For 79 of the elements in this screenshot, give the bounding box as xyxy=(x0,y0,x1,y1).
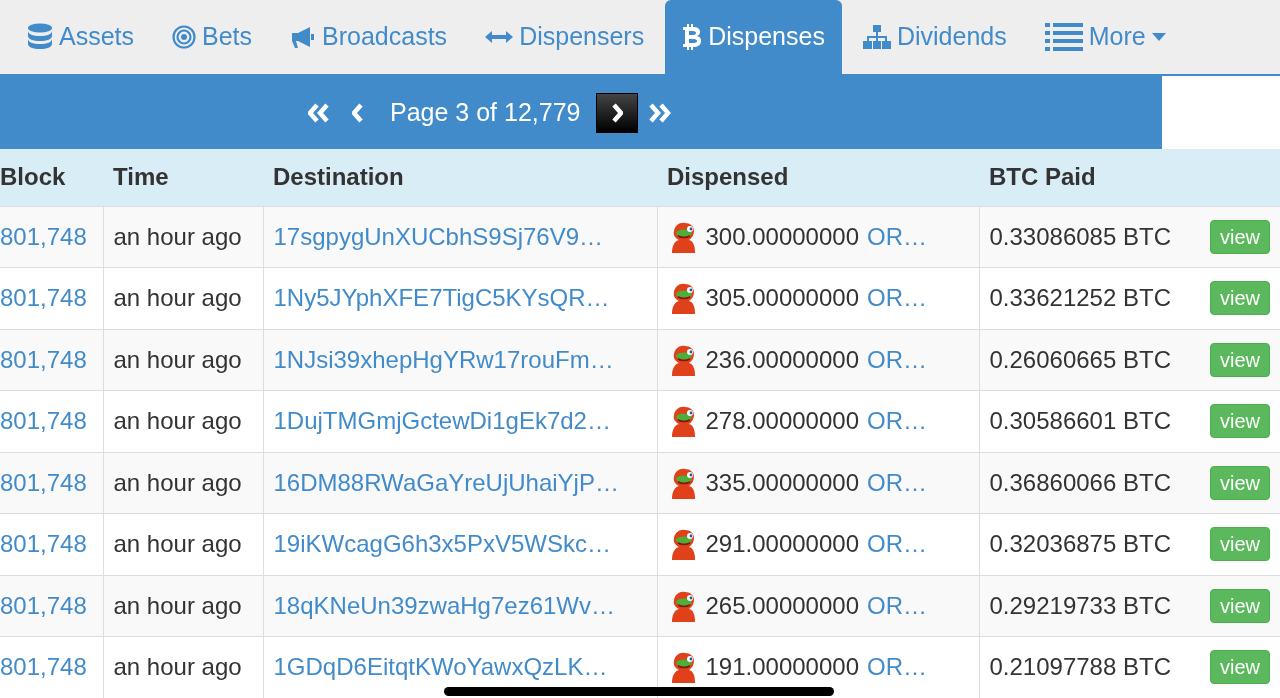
list-icon xyxy=(1044,23,1083,51)
btc-paid: 0.33621252 BTC xyxy=(989,283,1171,314)
btc-paid: 0.26060665 BTC xyxy=(989,344,1171,375)
address-link[interactable]: 1NJsi39xhepHgYRw17rouFm… xyxy=(263,329,657,391)
btc-paid: 0.33086085 BTC xyxy=(989,221,1171,252)
dispensed-amount: 300.00000000 xyxy=(705,221,859,252)
btc-paid: 0.32036875 BTC xyxy=(989,529,1171,560)
time-cell: an hour ago xyxy=(103,267,263,329)
btc-paid: 0.29219733 BTC xyxy=(989,590,1171,621)
dispensed-amount: 291.00000000 xyxy=(705,529,859,560)
nav-tab[interactable]: Broadcasts xyxy=(273,0,465,74)
view-button[interactable]: view xyxy=(1210,281,1270,316)
nav-tab[interactable]: Dispenses xyxy=(665,0,842,74)
asset-link[interactable]: OR… xyxy=(867,403,927,440)
column-header: Block xyxy=(0,149,103,206)
asset-link[interactable]: OR… xyxy=(867,341,927,378)
address-link[interactable]: 19iKWcagG6h3x5PxV5WSkc… xyxy=(263,513,657,575)
bitcoin-icon xyxy=(682,24,703,50)
target-icon xyxy=(172,25,197,49)
asset-link[interactable]: OR… xyxy=(867,218,927,255)
block-link[interactable]: 801,748 xyxy=(0,636,103,698)
time-cell: an hour ago xyxy=(103,513,263,575)
view-button[interactable]: view xyxy=(1210,588,1270,623)
time-cell: an hour ago xyxy=(103,575,263,637)
double-chevron-left-icon xyxy=(308,102,332,123)
nav-tab[interactable]: Dividends xyxy=(845,0,1024,74)
double-chevron-right-icon xyxy=(648,102,673,123)
btc-paid: 0.36860066 BTC xyxy=(989,467,1171,498)
time-cell: an hour ago xyxy=(103,206,263,268)
sitemap-icon xyxy=(862,25,891,49)
block-link[interactable]: 801,748 xyxy=(0,390,103,452)
time-cell: an hour ago xyxy=(103,390,263,452)
block-link[interactable]: 801,748 xyxy=(0,575,103,637)
megaphone-icon xyxy=(290,25,317,49)
asset-link[interactable]: OR… xyxy=(867,587,927,624)
block-link[interactable]: 801,748 xyxy=(0,329,103,391)
view-button[interactable]: view xyxy=(1210,650,1270,685)
asset-link[interactable]: OR… xyxy=(867,464,927,501)
block-link[interactable]: 801,748 xyxy=(0,513,103,575)
next-page-button[interactable] xyxy=(596,92,639,133)
view-button[interactable]: view xyxy=(1210,527,1270,562)
chevron-left-icon xyxy=(352,102,364,123)
address-link[interactable]: 17sgpygUnXUCbhS9Sj76V9… xyxy=(263,206,657,268)
dispensed-amount: 236.00000000 xyxy=(705,344,859,375)
block-link[interactable]: 801,748 xyxy=(0,267,103,329)
page-indicator: Page 3 of 12,779 xyxy=(389,96,582,128)
nav-tab[interactable]: Dispensers xyxy=(468,0,662,74)
nav-tab[interactable]: Bets xyxy=(155,0,270,74)
column-header: BTC Paid xyxy=(979,149,1280,206)
dispensed-amount: 278.00000000 xyxy=(705,406,859,437)
btc-paid: 0.30586601 BTC xyxy=(989,406,1171,437)
address-link[interactable]: 1Ny5JYphXFE7TigC5KYsQR… xyxy=(263,267,657,329)
column-header: Dispensed xyxy=(657,149,979,206)
nav-tab[interactable]: More xyxy=(1027,0,1183,74)
asset-link[interactable]: OR… xyxy=(867,649,927,686)
asset-link[interactable]: OR… xyxy=(867,280,927,317)
asset-link[interactable]: OR… xyxy=(867,526,927,563)
view-button[interactable]: view xyxy=(1210,404,1270,439)
dispensed-amount: 265.00000000 xyxy=(705,590,859,621)
btc-paid: 0.21097788 BTC xyxy=(989,652,1171,683)
time-cell: an hour ago xyxy=(103,329,263,391)
view-button[interactable]: view xyxy=(1210,465,1270,500)
view-button[interactable]: view xyxy=(1210,219,1270,254)
address-link[interactable]: 1DujTMGmjGctewDi1gEk7d2… xyxy=(263,390,657,452)
dispensed-amount: 335.00000000 xyxy=(705,467,859,498)
chevron-right-icon xyxy=(611,102,624,123)
address-link[interactable]: 16DM88RWaGaYreUjUhaiYjP… xyxy=(263,452,657,514)
left-right-arrow-icon xyxy=(485,30,514,44)
block-link[interactable]: 801,748 xyxy=(0,206,103,268)
block-link[interactable]: 801,748 xyxy=(0,452,103,514)
nav-tab[interactable]: Assets xyxy=(10,0,152,74)
database-icon xyxy=(27,23,53,51)
dispensed-amount: 305.00000000 xyxy=(705,283,859,314)
dispensed-amount: 191.00000000 xyxy=(705,652,859,683)
column-header: Time xyxy=(103,149,263,206)
column-header: Destination xyxy=(263,149,657,206)
address-link[interactable]: 18qKNeUn39zwaHg7ez61Wv… xyxy=(263,575,657,637)
view-button[interactable]: view xyxy=(1210,342,1270,377)
time-cell: an hour ago xyxy=(103,452,263,514)
